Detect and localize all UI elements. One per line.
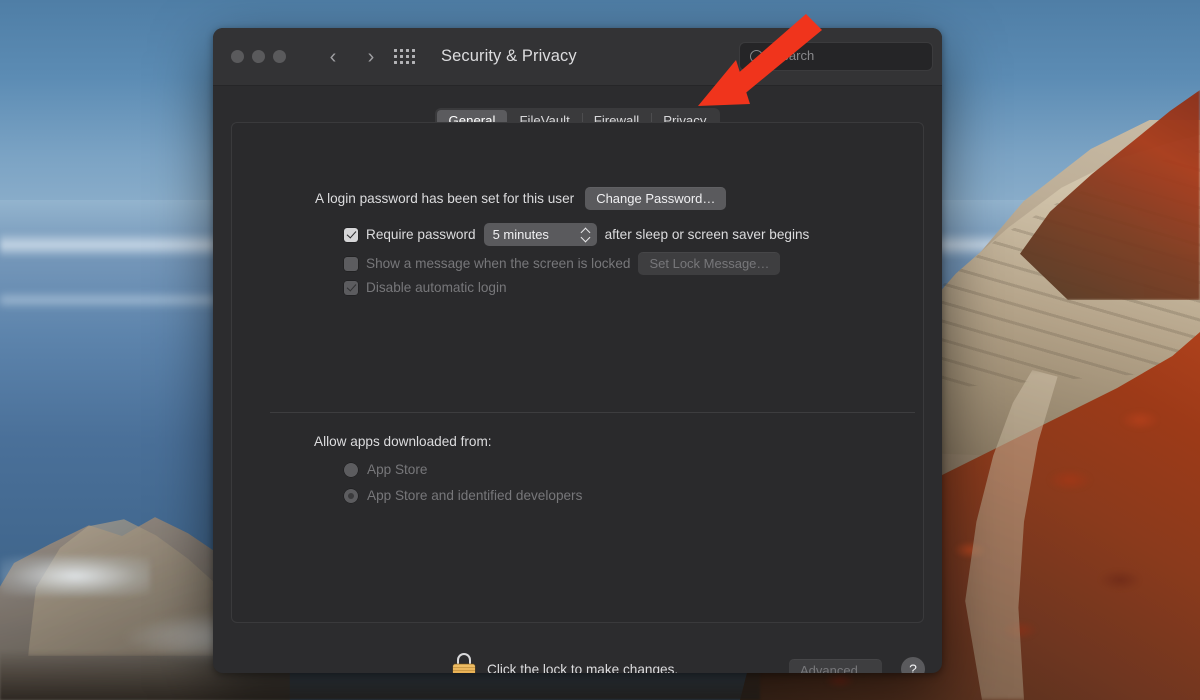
page-title: Security & Privacy bbox=[441, 47, 577, 65]
grid-view-icon[interactable] bbox=[394, 49, 416, 65]
radio-app-store[interactable] bbox=[344, 462, 358, 477]
lock-hint-text: Click the lock to make changes. bbox=[487, 662, 679, 673]
general-settings-panel: A login password has been set for this u… bbox=[231, 122, 924, 623]
minimize-button[interactable] bbox=[252, 50, 265, 63]
chevron-left-icon[interactable]: ‹ bbox=[323, 46, 343, 68]
show-lock-message-checkbox[interactable] bbox=[344, 256, 358, 271]
traffic-lights bbox=[231, 50, 286, 63]
help-button[interactable]: ? bbox=[901, 657, 925, 673]
allow-apps-option-identified-developers[interactable]: App Store and identified developers bbox=[344, 488, 582, 503]
allow-apps-heading: Allow apps downloaded from: bbox=[314, 434, 492, 449]
close-button[interactable] bbox=[231, 50, 244, 63]
disable-auto-login-label: Disable automatic login bbox=[366, 280, 507, 295]
section-divider bbox=[270, 412, 915, 413]
wallpaper-sea-foam bbox=[0, 556, 150, 596]
set-lock-message-button[interactable]: Set Lock Message… bbox=[638, 252, 781, 275]
disable-auto-login-checkbox[interactable] bbox=[344, 280, 358, 295]
chevron-up-down-icon bbox=[581, 226, 590, 243]
lock-body bbox=[453, 664, 475, 673]
lock-closed-icon[interactable] bbox=[453, 653, 475, 673]
require-password-row: Require password 5 minutes after sleep o… bbox=[344, 223, 809, 246]
require-password-label: Require password bbox=[366, 227, 476, 242]
show-lock-message-row: Show a message when the screen is locked… bbox=[344, 252, 781, 275]
allow-apps-option-appstore[interactable]: App Store bbox=[344, 462, 427, 477]
allow-apps-heading-row: Allow apps downloaded from: bbox=[314, 434, 492, 449]
radio-identified-developers-label: App Store and identified developers bbox=[367, 488, 583, 503]
zoom-button[interactable] bbox=[273, 50, 286, 63]
radio-app-store-identified-developers[interactable] bbox=[344, 488, 358, 503]
require-password-suffix: after sleep or screen saver begins bbox=[604, 227, 810, 242]
show-lock-message-label: Show a message when the screen is locked bbox=[366, 256, 631, 271]
disable-auto-login-row: Disable automatic login bbox=[344, 280, 507, 295]
advanced-button[interactable]: Advanced… bbox=[789, 659, 882, 673]
require-password-checkbox[interactable] bbox=[344, 227, 358, 242]
password-delay-select[interactable]: 5 minutes bbox=[483, 223, 597, 246]
window-titlebar: ‹ › Security & Privacy Search bbox=[213, 28, 942, 86]
security-privacy-window: ‹ › Security & Privacy Search General Fi… bbox=[213, 28, 942, 673]
chevron-right-icon[interactable]: › bbox=[361, 46, 381, 68]
login-password-label: A login password has been set for this u… bbox=[315, 191, 575, 206]
login-password-row: A login password has been set for this u… bbox=[315, 187, 727, 210]
annotation-arrow bbox=[698, 14, 822, 106]
radio-app-store-label: App Store bbox=[367, 462, 428, 477]
change-password-button[interactable]: Change Password… bbox=[585, 187, 727, 210]
password-delay-value: 5 minutes bbox=[492, 227, 549, 242]
